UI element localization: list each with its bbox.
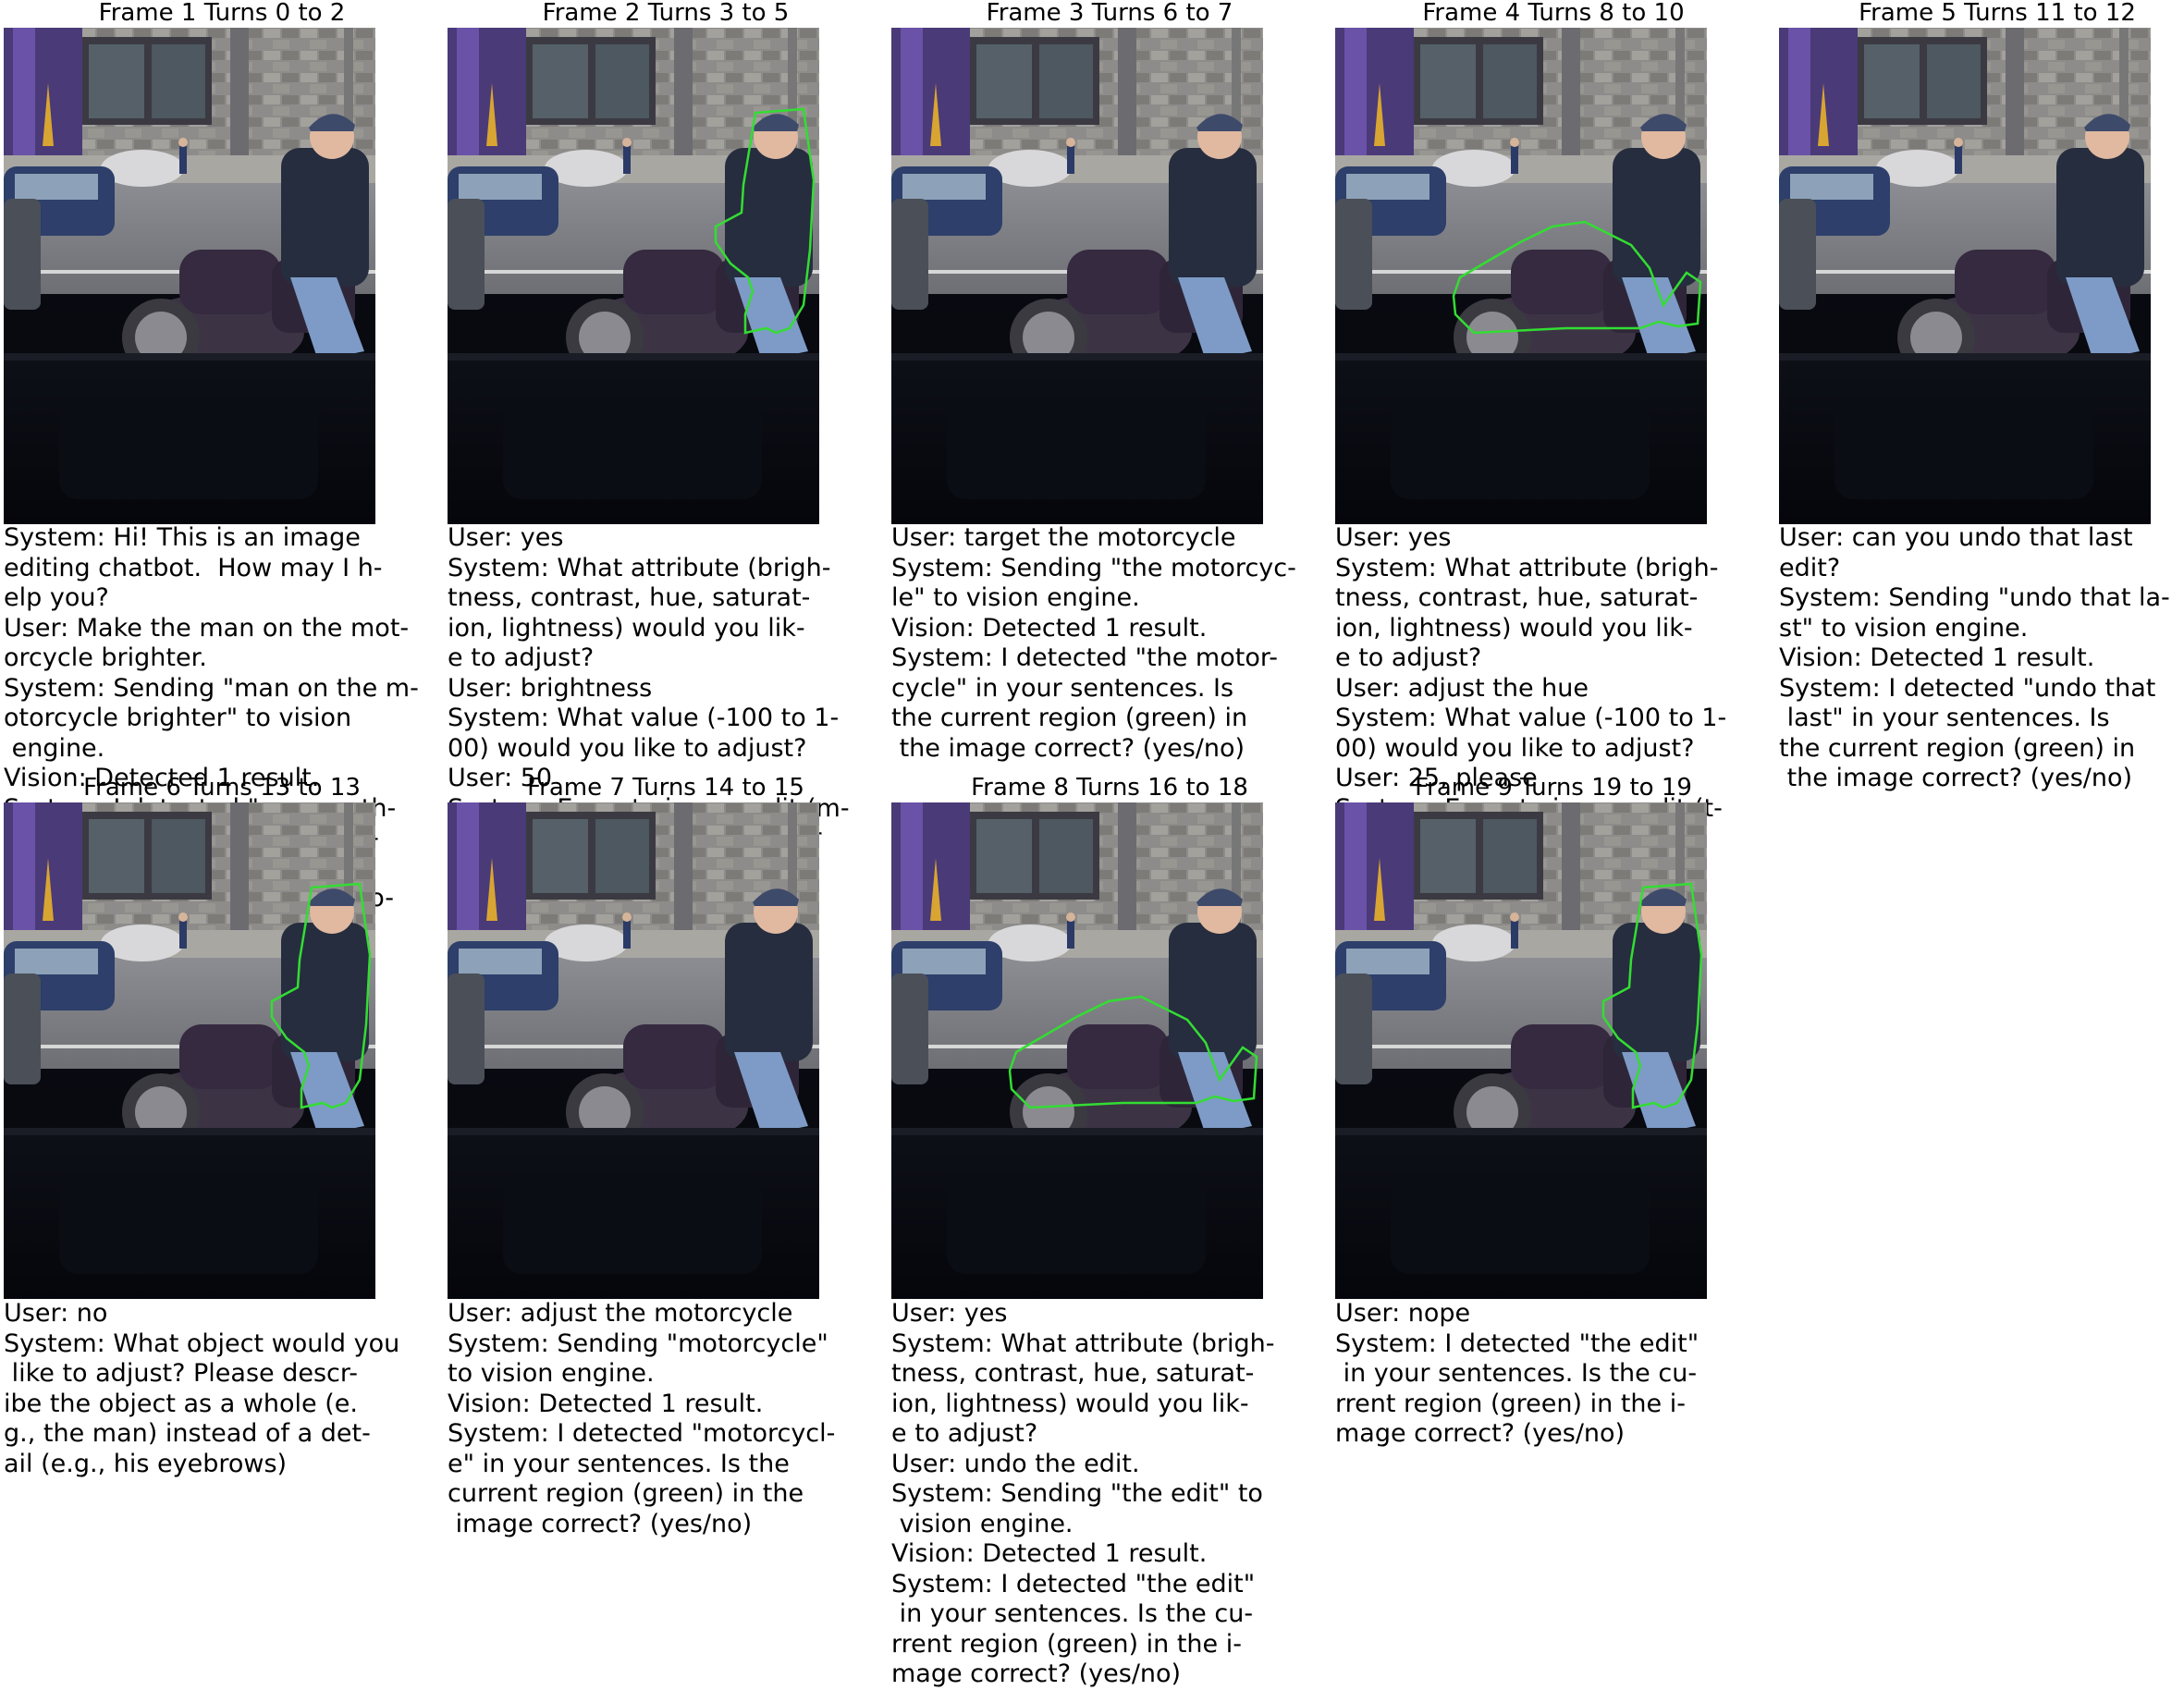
- caption-line: System: Sending "man on the m-: [4, 673, 419, 703]
- caption-line: to vision engine.: [448, 1359, 655, 1388]
- frame-title-6: Frame 6 Turns 13 to 13: [83, 774, 361, 802]
- caption-line: the image correct? (yes/no): [891, 733, 1245, 763]
- caption-line: mage correct? (yes/no): [891, 1659, 1182, 1688]
- caption-line: User: undo the edit.: [891, 1449, 1140, 1478]
- caption-line: System: What attribute (brigh-: [448, 553, 831, 582]
- caption-line: mage correct? (yes/no): [1335, 1419, 1626, 1448]
- frame-image-8: [891, 802, 1263, 1299]
- caption-line: tness, contrast, hue, saturat-: [448, 583, 811, 612]
- frame-image-3: [891, 28, 1263, 524]
- caption-line: System: What object would you: [4, 1329, 400, 1358]
- caption-line: System: I detected "undo that: [1779, 673, 2156, 703]
- frame-caption-3: User: target the motorcycle System: Sendi…: [891, 523, 1317, 764]
- caption-line: in your sentences. Is the cu-: [891, 1599, 1254, 1628]
- frame-caption-8: User: yes System: What attribute (brigh-t…: [891, 1299, 1317, 1690]
- frame-image-2: [448, 28, 819, 524]
- caption-line: Vision: Detected 1 result.: [448, 1389, 764, 1418]
- caption-line: User: adjust the hue: [1335, 673, 1589, 703]
- caption-line: System: What value (-100 to 1-: [448, 704, 840, 732]
- caption-line: the image correct? (yes/no): [1779, 764, 2133, 792]
- caption-line: ail (e.g., his eyebrows): [4, 1449, 288, 1478]
- caption-line: System: I detected "the motor-: [891, 643, 1278, 672]
- caption-line: User: adjust the motorcycle: [448, 1299, 793, 1328]
- caption-line: like to adjust? Please descr-: [4, 1359, 358, 1388]
- frame-title-5: Frame 5 Turns 11 to 12: [1859, 0, 2136, 27]
- caption-line: image correct? (yes/no): [448, 1509, 753, 1538]
- frame-title-1: Frame 1 Turns 0 to 2: [98, 0, 346, 27]
- caption-line: System: I detected "the edit": [1335, 1329, 1699, 1358]
- caption-line: System: What attribute (brigh-: [1335, 553, 1719, 582]
- caption-line: edit?: [1779, 553, 1841, 582]
- frame-title-9: Frame 9 Turns 19 to 19: [1415, 774, 1692, 802]
- frame-title-7: Frame 7 Turns 14 to 15: [527, 774, 804, 802]
- caption-line: 00) would you like to adjust?: [448, 733, 807, 763]
- caption-line: rrent region (green) in the i-: [891, 1629, 1242, 1659]
- caption-line: User: yes: [448, 523, 564, 552]
- frame-image-7: [448, 802, 819, 1299]
- caption-line: System: Sending "motorcycle": [448, 1329, 828, 1358]
- caption-line: User: no: [4, 1299, 108, 1328]
- frame-title-4: Frame 4 Turns 8 to 10: [1422, 0, 1685, 27]
- caption-line: rrent region (green) in the i-: [1335, 1389, 1686, 1418]
- caption-line: the current region (green) in: [891, 704, 1248, 732]
- caption-line: last" in your sentences. Is: [1779, 704, 2110, 732]
- caption-line: tness, contrast, hue, saturat-: [891, 1359, 1255, 1388]
- caption-line: e" in your sentences. Is the: [448, 1449, 790, 1478]
- caption-line: e to adjust?: [1335, 643, 1482, 672]
- caption-line: Vision: Detected 1 result.: [891, 613, 1208, 643]
- caption-line: e to adjust?: [891, 1419, 1038, 1448]
- caption-line: editing chatbot. How may I h-: [4, 553, 383, 582]
- caption-line: elp you?: [4, 583, 109, 612]
- caption-line: User: nope: [1335, 1299, 1471, 1328]
- caption-line: orcycle brighter.: [4, 643, 207, 672]
- caption-line: User: brightness: [448, 673, 653, 703]
- caption-line: ion, lightness) would you lik-: [448, 613, 805, 643]
- caption-line: User: target the motorcycle: [891, 523, 1236, 552]
- caption-line: cycle" in your sentences. Is: [891, 673, 1234, 703]
- frame-image-5: [1779, 28, 2151, 524]
- frame-image-1: [4, 28, 375, 524]
- caption-line: System: Sending "the motorcyc-: [891, 553, 1296, 582]
- frame-title-3: Frame 3 Turns 6 to 7: [986, 0, 1233, 27]
- caption-line: System: Sending "the edit" to: [891, 1479, 1263, 1508]
- frame-image-6: [4, 802, 375, 1299]
- caption-line: System: I detected "the edit": [891, 1569, 1256, 1598]
- caption-line: User: Make the man on the mot-: [4, 613, 410, 643]
- frame-image-4: [1335, 28, 1707, 524]
- caption-line: User: can you undo that last: [1779, 523, 2133, 552]
- caption-line: Vision: Detected 1 result.: [1779, 643, 2095, 672]
- frame-title-2: Frame 2 Turns 3 to 5: [542, 0, 790, 27]
- caption-line: g., the man) instead of a det-: [4, 1419, 371, 1448]
- caption-line: ion, lightness) would you lik-: [891, 1389, 1249, 1418]
- caption-line: vision engine.: [891, 1509, 1074, 1538]
- caption-line: User: yes: [1335, 523, 1452, 552]
- caption-line: ibe the object as a whole (e.: [4, 1389, 358, 1418]
- caption-line: System: What attribute (brigh-: [891, 1329, 1275, 1358]
- frame-caption-5: User: can you undo that last edit? System:…: [1779, 523, 2184, 794]
- caption-line: Vision: Detected 1 result.: [891, 1539, 1208, 1568]
- caption-line: current region (green) in the: [448, 1479, 804, 1508]
- caption-line: in your sentences. Is the cu-: [1335, 1359, 1698, 1388]
- caption-line: le" to vision engine.: [891, 583, 1140, 612]
- caption-line: st" to vision engine.: [1779, 613, 2029, 643]
- caption-line: the current region (green) in: [1779, 733, 2136, 763]
- caption-line: tness, contrast, hue, saturat-: [1335, 583, 1699, 612]
- caption-line: User: yes: [891, 1299, 1008, 1328]
- caption-line: System: I detected "motorcycl-: [448, 1419, 836, 1448]
- frame-image-9: [1335, 802, 1707, 1299]
- caption-line: otorcycle brighter" to vision: [4, 704, 352, 732]
- caption-line: e to adjust?: [448, 643, 595, 672]
- frame-caption-7: User: adjust the motorcycle System: Sendi…: [448, 1299, 873, 1539]
- frame-caption-9: User: nope System: I detected "the edit" …: [1335, 1299, 1761, 1450]
- caption-line: System: What value (-100 to 1-: [1335, 704, 1727, 732]
- caption-line: 00) would you like to adjust?: [1335, 733, 1695, 763]
- caption-line: engine.: [4, 733, 105, 763]
- frame-caption-6: User: no System: What object would you li…: [4, 1299, 429, 1479]
- frame-title-8: Frame 8 Turns 16 to 18: [971, 774, 1248, 802]
- caption-line: ion, lightness) would you lik-: [1335, 613, 1693, 643]
- caption-line: System: Hi! This is an image: [4, 523, 361, 552]
- caption-line: System: Sending "undo that la-: [1779, 583, 2170, 612]
